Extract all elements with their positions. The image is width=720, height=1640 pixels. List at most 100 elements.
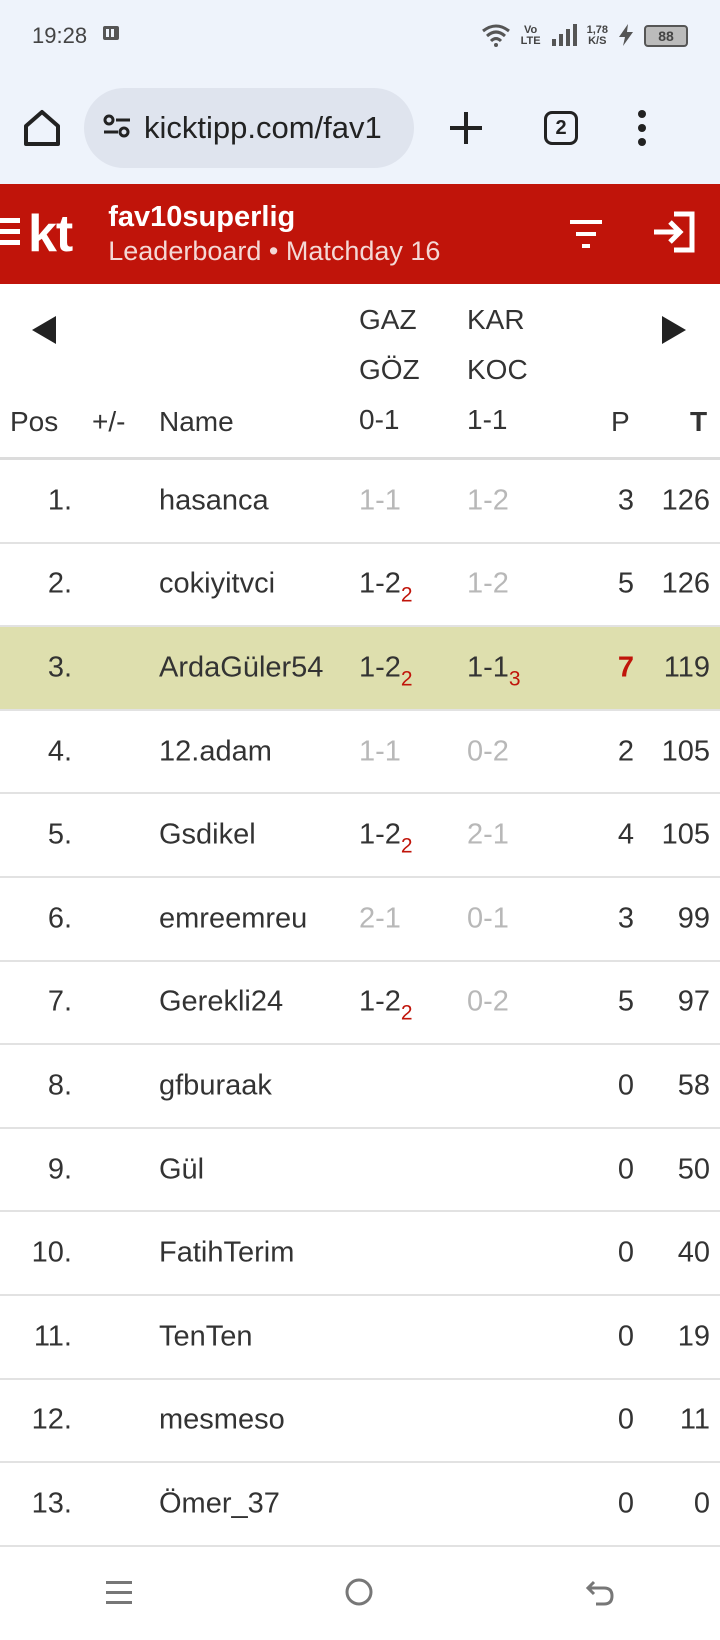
- header-titles: fav10superlig Leaderboard • Matchday 16: [108, 201, 440, 267]
- row-tip-g2: 0-2: [467, 735, 509, 768]
- tip-score: 0-2: [467, 985, 509, 1018]
- tip-score: 1-1: [359, 484, 401, 517]
- row-matchday-points: 3: [617, 484, 634, 517]
- row-total-points: 97: [677, 985, 710, 1018]
- row-total-points: 126: [661, 484, 710, 517]
- row-player-name[interactable]: hasanca: [159, 484, 269, 517]
- row-player-name[interactable]: gfburaak: [159, 1069, 272, 1102]
- row-position: 6.: [47, 902, 72, 935]
- speed-unit: K/S: [588, 35, 607, 47]
- next-matchday-icon[interactable]: [660, 314, 688, 351]
- app-header: kt fav10superlig Leaderboard • Matchday …: [0, 184, 720, 284]
- kicktipp-logo[interactable]: kt: [0, 204, 73, 264]
- game1-result[interactable]: 0-1: [359, 404, 399, 436]
- tip-score: 0-1: [467, 902, 509, 935]
- row-matchday-points: 0: [617, 1320, 634, 1353]
- row-total-points: 58: [677, 1069, 710, 1102]
- row-position: 7.: [47, 985, 72, 1018]
- row-position: 2.: [47, 567, 72, 600]
- home-nav-icon[interactable]: [343, 1576, 375, 1613]
- row-matchday-points: 0: [617, 1153, 634, 1186]
- table-row[interactable]: 3. ArdaGüler54 1-22 1-13 7 119: [0, 627, 720, 711]
- previous-matchday-icon[interactable]: [30, 314, 58, 351]
- recent-apps-icon[interactable]: [104, 1577, 134, 1612]
- row-matchday-points: 0: [617, 1236, 634, 1269]
- game1-away-team[interactable]: GÖZ: [359, 354, 420, 386]
- row-tip-g1: 1-22: [359, 818, 413, 858]
- system-nav-bar: [0, 1548, 720, 1640]
- network-speed: 1,78 K/S: [587, 25, 608, 47]
- row-player-name[interactable]: TenTen: [159, 1320, 253, 1353]
- row-matchday-points: 4: [617, 818, 634, 851]
- charging-icon: [618, 23, 634, 49]
- home-icon[interactable]: [18, 104, 66, 152]
- row-player-name[interactable]: 12.adam: [159, 735, 272, 768]
- tip-score: 1-2: [359, 818, 401, 851]
- column-total: T: [690, 406, 708, 437]
- tip-score: 1-2: [359, 567, 401, 600]
- table-row[interactable]: 12. mesmeso 0 11: [0, 1380, 720, 1464]
- row-player-name[interactable]: mesmeso: [159, 1404, 285, 1437]
- row-player-name[interactable]: Gsdikel: [159, 819, 256, 852]
- table-row[interactable]: 5. Gsdikel 1-22 2-1 4 105: [0, 794, 720, 878]
- address-bar[interactable]: kicktipp.com/fav1: [84, 88, 414, 168]
- row-total-points: 11: [679, 1403, 710, 1436]
- tip-score: 1-2: [467, 567, 509, 600]
- table-row[interactable]: 8. gfburaak 0 58: [0, 1045, 720, 1129]
- tab-switcher-button[interactable]: 2: [544, 111, 578, 145]
- row-tip-g2: 0-1: [467, 902, 509, 935]
- row-matchday-points: 3: [617, 902, 634, 935]
- table-row[interactable]: 9. Gül 0 50: [0, 1129, 720, 1213]
- table-header: GAZ GÖZ 0-1 KAR KOC 1-1 Pos +/- Name P T: [0, 284, 720, 460]
- filter-icon[interactable]: [566, 214, 606, 259]
- table-row[interactable]: 1. hasanca 1-1 1-2 3 126: [0, 460, 720, 544]
- column-points: P: [611, 406, 630, 437]
- row-player-name[interactable]: emreemreu: [159, 902, 307, 935]
- game2-away-team[interactable]: KOC: [467, 354, 528, 386]
- row-player-name[interactable]: ArdaGüler54: [159, 651, 323, 684]
- game1-home-team[interactable]: GAZ: [359, 304, 417, 336]
- row-position: 12.: [31, 1403, 72, 1436]
- row-total-points: 19: [677, 1320, 710, 1353]
- login-icon[interactable]: [650, 208, 698, 261]
- row-tip-g1: 1-22: [359, 986, 413, 1025]
- tip-score: 2-1: [359, 902, 401, 935]
- table-row[interactable]: 6. emreemreu 2-1 0-1 3 99: [0, 878, 720, 962]
- table-row[interactable]: 13. Ömer_37 0 0: [0, 1463, 720, 1547]
- site-settings-icon[interactable]: [102, 111, 132, 146]
- table-row[interactable]: 10. FatihTerim 0 40: [0, 1212, 720, 1296]
- row-tip-g2: 1-2: [467, 568, 509, 601]
- row-total-points: 119: [663, 651, 710, 684]
- row-matchday-points: 0: [617, 1069, 634, 1102]
- wifi-icon: [481, 23, 511, 50]
- row-position: 5.: [47, 818, 72, 851]
- more-menu-icon[interactable]: [636, 108, 648, 148]
- table-row[interactable]: 4. 12.adam 1-1 0-2 2 105: [0, 711, 720, 795]
- tip-score: 1-1: [359, 735, 401, 768]
- row-tip-g2: 1-13: [467, 651, 521, 690]
- row-tip-g2: 1-2: [467, 484, 509, 517]
- game2-result[interactable]: 1-1: [467, 404, 507, 436]
- row-player-name[interactable]: Gerekli24: [159, 986, 283, 1019]
- back-icon[interactable]: [584, 1576, 616, 1613]
- game2-home-team[interactable]: KAR: [467, 304, 525, 336]
- row-position: 11.: [33, 1320, 72, 1353]
- row-player-name[interactable]: FatihTerim: [159, 1237, 294, 1270]
- table-row[interactable]: 2. cokiyitvci 1-22 1-2 5 126: [0, 544, 720, 628]
- tip-points: 2: [400, 834, 413, 858]
- row-player-name[interactable]: cokiyitvci: [159, 568, 275, 601]
- row-player-name[interactable]: Gül: [159, 1153, 204, 1186]
- table-row[interactable]: 7. Gerekli24 1-22 0-2 5 97: [0, 962, 720, 1046]
- url-text[interactable]: kicktipp.com/fav1: [144, 110, 382, 146]
- tip-score: 1-1: [467, 651, 509, 684]
- row-player-name[interactable]: Ömer_37: [159, 1487, 280, 1520]
- leaderboard-table: 1. hasanca 1-1 1-2 3 126 2. cokiyitvci 1-22 1-2 5 1…: [0, 460, 720, 1547]
- menu-icon[interactable]: [0, 214, 20, 255]
- row-total-points: 99: [677, 902, 710, 935]
- row-position: 13.: [31, 1487, 72, 1520]
- new-tab-icon[interactable]: [446, 108, 486, 148]
- page-subtitle: Leaderboard • Matchday 16: [108, 236, 441, 266]
- column-diff: +/-: [92, 406, 126, 437]
- table-row[interactable]: 11. TenTen 0 19: [0, 1296, 720, 1380]
- row-matchday-points: 0: [617, 1403, 634, 1436]
